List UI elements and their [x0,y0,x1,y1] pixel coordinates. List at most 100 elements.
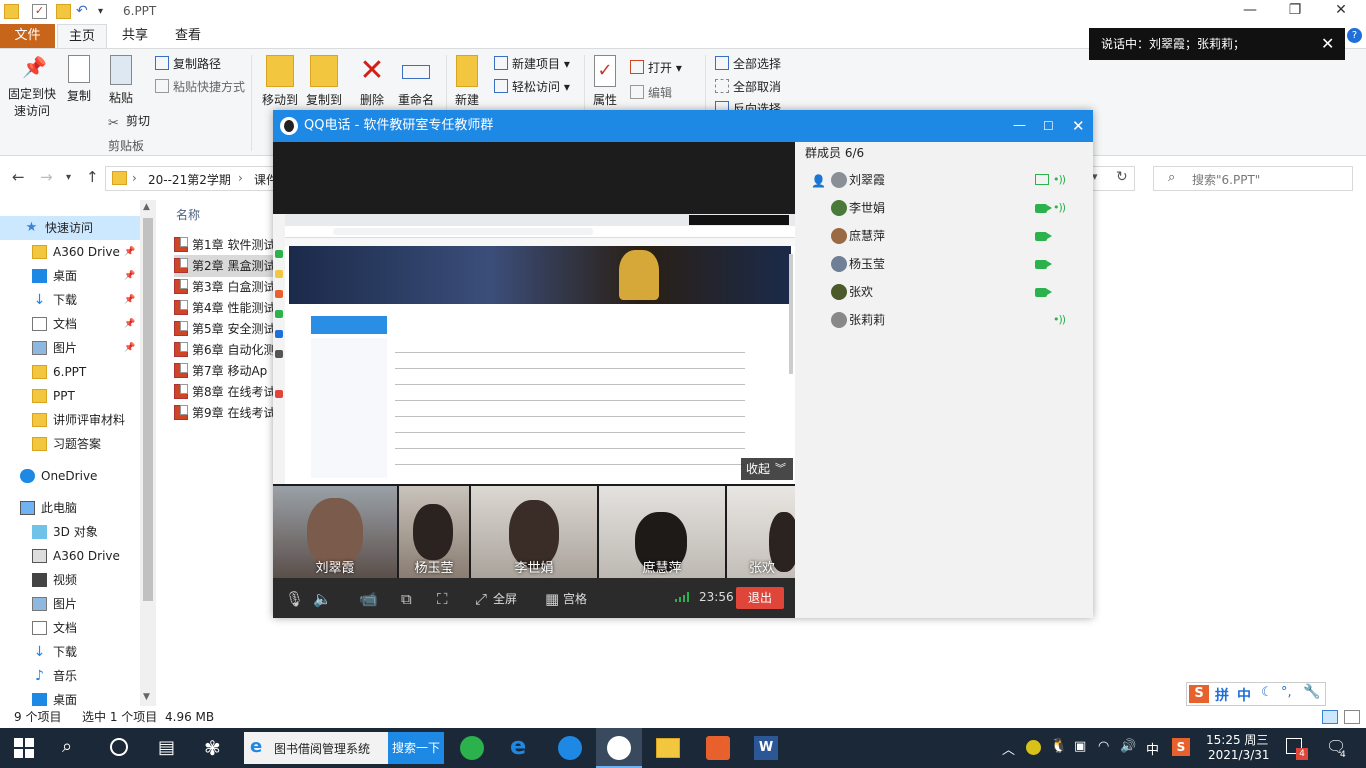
word-icon[interactable]: W [754,736,778,760]
up-arrow-icon[interactable]: ↑ [86,168,99,186]
nav-item[interactable]: ↓ 下载 📌 [0,288,140,312]
browser-360-icon[interactable] [460,736,484,760]
nav-item[interactable]: 桌面 📌 [0,264,140,288]
file-row[interactable]: 第7章 移动Ap [174,360,276,382]
clock-time[interactable]: 15:25 周三 [1206,731,1268,748]
microphone-icon[interactable]: 🎙 [285,590,304,608]
paste-shortcut-button[interactable]: 粘贴快捷方式 [155,77,245,97]
file-explorer-icon[interactable] [656,738,680,758]
tray-device-icon[interactable]: ▣ [1074,739,1086,754]
member-row[interactable]: 张莉莉 •)) [805,306,1075,334]
tray-app-icon[interactable] [1026,740,1041,755]
large-icons-view-icon[interactable] [1344,710,1360,724]
moon-icon[interactable]: ☾ [1261,685,1273,700]
nav-item[interactable]: 文档 [0,616,140,640]
exit-call-button[interactable]: 退出 [736,587,784,609]
wrench-icon[interactable]: 🔧 [1303,684,1320,700]
grid-button[interactable]: 宫格 [563,590,587,607]
volume-icon[interactable]: 🔊 [1120,739,1136,754]
breadcrumb-term[interactable]: 20--21第2学期 [148,171,231,188]
nav-scroll-thumb[interactable] [143,218,153,601]
restore-button[interactable]: ❐ [1272,2,1318,18]
cortana-icon[interactable] [110,738,128,756]
ime-toolbar[interactable]: S 拼 中 ☾ °, 🔧 [1186,682,1326,706]
copy-button[interactable]: 复制 [62,55,96,104]
file-row[interactable]: 第4章 性能测试 [174,297,276,319]
help-icon[interactable]: ? [1347,28,1362,43]
pinwheel-app-icon[interactable]: ✾ [204,736,221,760]
search-input[interactable]: ⌕ 搜索"6.PPT" [1153,166,1353,191]
cut-button[interactable]: ✂ 剪切 [108,111,150,131]
scroll-down-icon[interactable]: ▼ [143,692,150,702]
nav-item[interactable]: 文档 📌 [0,312,140,336]
open-button[interactable]: 打开 ▾ [630,58,682,78]
file-row[interactable]: 第9章 在线考试 [174,402,276,424]
close-button[interactable]: ✕ [1318,2,1364,18]
properties-button[interactable]: ✓ 属性 [588,55,622,108]
nav-item[interactable]: ♪ 音乐 [0,664,140,688]
shared-screen[interactable]: 收起 ︾ [273,214,795,484]
ime-mode[interactable]: 拼 [1215,685,1229,705]
member-row[interactable]: 刘翠霞 •)) [805,166,1075,194]
select-all-button[interactable]: 全部选择 [715,54,781,74]
easy-access-button[interactable]: 轻松访问 ▾ [494,77,570,97]
column-header-name[interactable]: 名称 [176,206,200,223]
close-icon[interactable]: ✕ [1321,28,1334,60]
nav-item[interactable]: 讲师评审材料 [0,408,140,432]
nav-item[interactable]: OneDrive [0,464,140,488]
send-plane-icon[interactable] [558,736,582,760]
move-to-button[interactable]: 移动到 [258,55,302,108]
file-row[interactable]: 第2章 黑盒测试 [174,255,276,277]
clock-date[interactable]: 2021/3/31 [1208,748,1270,762]
file-row[interactable]: 第1章 软件测试 [174,234,276,256]
share-screen-icon[interactable]: ⧉ [401,590,412,608]
chevron-down-icon[interactable]: ▾ [98,4,113,19]
search-once-button[interactable]: 搜索一下 [388,732,444,764]
rename-button[interactable]: 重命名 [394,55,438,108]
nav-item[interactable]: 图片 [0,592,140,616]
details-view-icon[interactable] [1322,710,1338,724]
tray-expand-icon[interactable]: ︿ [1002,739,1015,758]
nav-item[interactable]: 图片 📌 [0,336,140,360]
speaker-icon[interactable]: 🔈 [313,590,332,608]
maximize-button[interactable]: ☐ [1043,110,1054,142]
nav-item[interactable]: 习题答案 [0,432,140,456]
ie-icon[interactable]: e [510,732,526,760]
file-row[interactable]: 第3章 白盒测试 [174,276,276,298]
delete-button[interactable]: ✕ 删除 [352,55,392,108]
participant-thumb[interactable]: 李世娟 [471,486,597,578]
refresh-icon[interactable]: ↻ [1116,169,1128,185]
minimize-button[interactable]: — [1227,2,1273,18]
member-row[interactable]: 杨玉莹 [805,250,1075,278]
participant-thumb[interactable]: 刘翠霞 [273,486,397,578]
tray-qq-icon[interactable]: 🐧 [1050,738,1067,754]
properties-check-icon[interactable]: ✓ [32,4,47,19]
nav-item[interactable]: PPT [0,384,140,408]
presentation-app-icon[interactable] [706,736,730,760]
grid-icon[interactable]: ▦ [545,590,559,608]
tab-file[interactable]: 文件 [0,24,55,48]
task-view-icon[interactable]: ▤ [158,737,175,758]
nav-item[interactable]: 此电脑 [0,496,140,520]
qq-call-task[interactable] [596,728,642,768]
copy-path-button[interactable]: 复制路径 [155,54,221,74]
pin-quick-access-button[interactable]: 📌 固定到快速访问 [4,55,60,119]
ime-lang[interactable]: 中 [1237,685,1251,705]
collapse-button[interactable]: 收起 ︾ [741,458,793,480]
participant-thumb[interactable]: 杨玉莹 [399,486,469,578]
forward-arrow-icon[interactable]: → [40,168,53,186]
camera-icon[interactable]: 📹 [359,590,378,608]
nav-item[interactable]: ↓ 下载 [0,640,140,664]
tab-view[interactable]: 查看 [163,24,213,48]
copy-to-button[interactable]: 复制到 [302,55,346,108]
windows-start-icon[interactable] [14,738,34,758]
nav-item[interactable]: A360 Drive [0,544,140,568]
new-folder-button[interactable]: 新建 [450,55,484,108]
fullscreen-icon[interactable]: ⤢ [475,590,487,608]
punctuation-icon[interactable]: °, [1281,685,1292,700]
select-none-button[interactable]: 全部取消 [715,77,781,97]
undo-icon[interactable]: ↶ [76,4,91,19]
search-icon[interactable]: ⌕ [62,736,72,757]
new-item-button[interactable]: 新建项目 ▾ [494,54,570,74]
input-language[interactable]: 中 [1146,739,1159,758]
